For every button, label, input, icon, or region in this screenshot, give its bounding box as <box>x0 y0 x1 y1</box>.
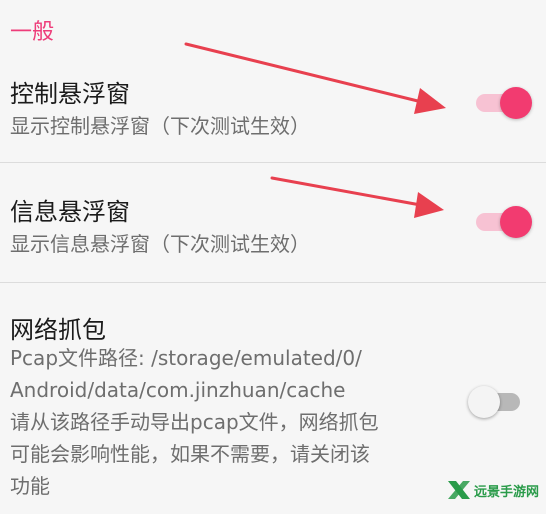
pref-info-overlay[interactable]: 信息悬浮窗 显示信息悬浮窗（下次测试生效） <box>0 176 546 276</box>
summary-line: 可能会影响性能，如果不需要，请关闭该 <box>10 442 370 466</box>
switch-thumb <box>500 87 532 119</box>
summary-line: 功能 <box>10 474 50 498</box>
switch-thumb <box>500 206 532 238</box>
pref-title: 信息悬浮窗 <box>10 198 130 226</box>
control-overlay-switch[interactable] <box>476 86 532 120</box>
pref-summary: 显示控制悬浮窗（下次测试生效） <box>10 114 310 138</box>
pref-control-overlay[interactable]: 控制悬浮窗 显示控制悬浮窗（下次测试生效） <box>0 60 546 160</box>
info-overlay-switch[interactable] <box>476 205 532 239</box>
summary-line: 请从该路径手动导出pcap文件，网络抓包 <box>10 410 379 434</box>
pref-title: 控制悬浮窗 <box>10 80 130 108</box>
watermark-text: 远景手游网 <box>474 485 540 500</box>
divider <box>0 282 546 283</box>
pref-summary: 显示信息悬浮窗（下次测试生效） <box>10 232 310 256</box>
divider <box>0 162 546 163</box>
pref-summary: Pcap文件路径: /storage/emulated/0/ Android/d… <box>10 342 450 502</box>
packet-capture-switch[interactable] <box>468 385 522 419</box>
summary-line: Pcap文件路径: /storage/emulated/0/ <box>10 346 362 370</box>
section-header-general: 一般 <box>10 20 55 45</box>
watermark: 远景手游网 <box>446 476 542 504</box>
summary-line: Android/data/com.jinzhuan/cache <box>10 378 346 402</box>
x-logo-icon <box>448 481 470 499</box>
pref-title: 网络抓包 <box>10 316 106 344</box>
switch-thumb <box>468 386 500 418</box>
